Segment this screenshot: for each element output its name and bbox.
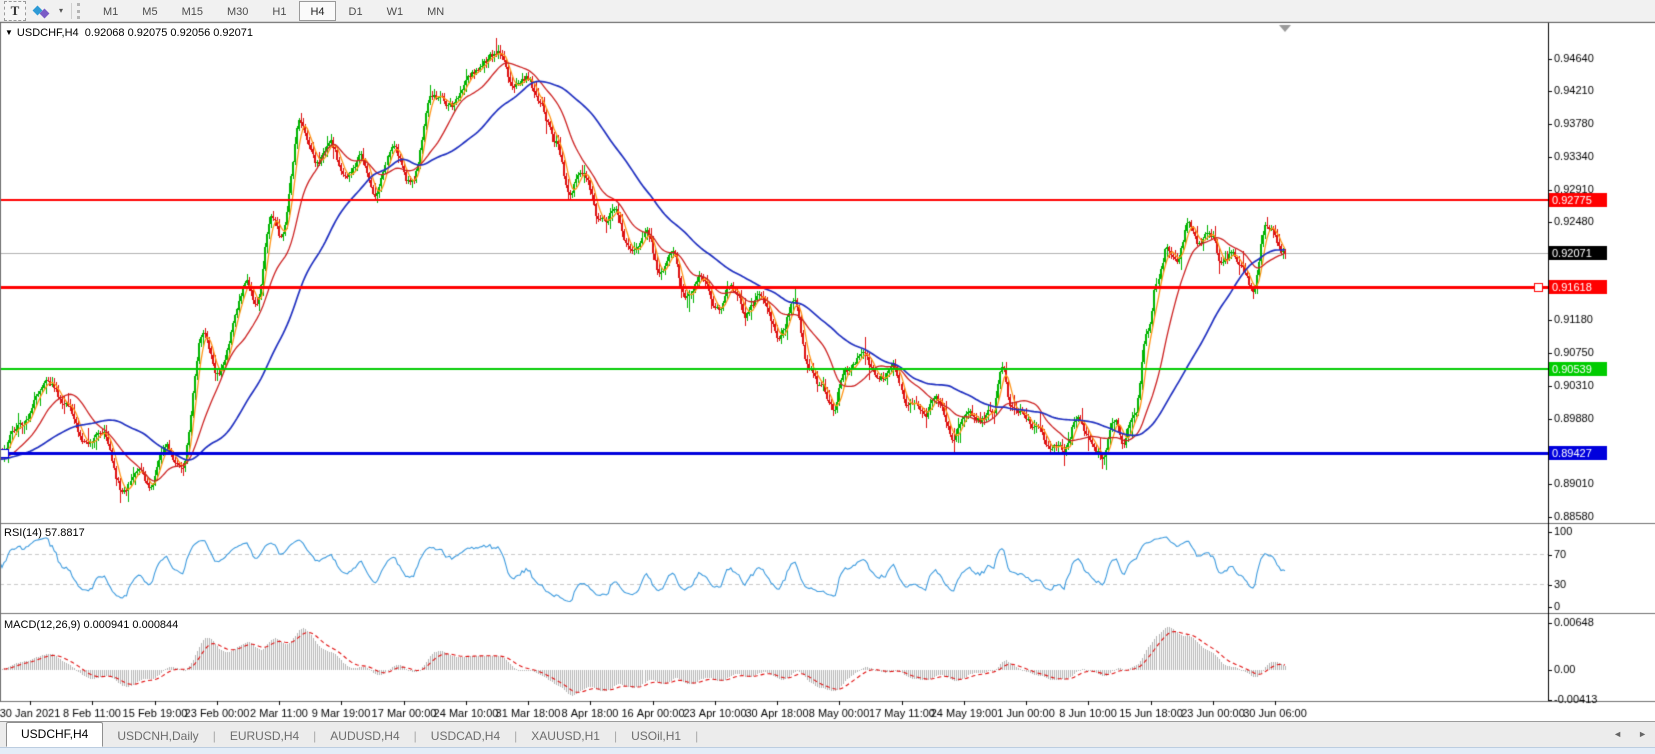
top-toolbar: T ▾ M1M5M15M30H1H4D1W1MN — [0, 0, 1655, 22]
timeframe-button-m15[interactable]: M15 — [171, 1, 214, 21]
toolbar-separator — [71, 3, 72, 19]
timeframe-button-mn[interactable]: MN — [416, 1, 455, 21]
chart-tab-usoil-h1[interactable]: USOil,H1 — [617, 726, 695, 747]
chart-tab-usdchf-h4[interactable]: USDCHF,H4 — [6, 722, 103, 747]
tab-scroll-arrows: ◄ ► — [1613, 729, 1647, 739]
status-bar — [0, 747, 1655, 754]
timeframe-button-w1[interactable]: W1 — [376, 1, 415, 21]
tab-scroll-right-button[interactable]: ► — [1638, 729, 1647, 739]
tab-separator: | — [695, 726, 698, 747]
chart-tab-audusd-h4[interactable]: AUDUSD,H4 — [316, 726, 413, 747]
timeframe-button-group: M1M5M15M30H1H4D1W1MN — [91, 0, 456, 22]
timeframe-button-h4[interactable]: H4 — [299, 1, 335, 21]
chart-tab-usdcnh-daily[interactable]: USDCNH,Daily — [103, 726, 212, 747]
timeframe-button-h1[interactable]: H1 — [261, 1, 297, 21]
styles-palette-button[interactable]: ▾ — [30, 2, 64, 20]
chart-tabs-bar: USDCHF,H4USDCNH,Daily|EURUSD,H4|AUDUSD,H… — [0, 721, 1655, 747]
chart-window: ▼USDCHF,H4 0.92068 0.92075 0.92056 0.920… — [0, 22, 1655, 721]
timeframe-button-m5[interactable]: M5 — [131, 1, 168, 21]
timeframe-button-m1[interactable]: M1 — [92, 1, 129, 21]
toolbar-drag-handle[interactable] — [77, 3, 85, 19]
chart-tab-xauusd-h1[interactable]: XAUUSD,H1 — [517, 726, 614, 747]
chart-tab-usdcad-h4[interactable]: USDCAD,H4 — [417, 726, 514, 747]
chart-canvas[interactable] — [0, 22, 1655, 721]
chart-tabs: USDCHF,H4USDCNH,Daily|EURUSD,H4|AUDUSD,H… — [0, 722, 1655, 747]
chart-tab-eurusd-h4[interactable]: EURUSD,H4 — [216, 726, 313, 747]
timeframe-button-m30[interactable]: M30 — [216, 1, 259, 21]
text-tool-button[interactable]: T — [4, 1, 26, 21]
timeframe-button-d1[interactable]: D1 — [338, 1, 374, 21]
tab-scroll-left-button[interactable]: ◄ — [1613, 729, 1622, 739]
dropdown-caret-icon: ▾ — [59, 6, 63, 15]
